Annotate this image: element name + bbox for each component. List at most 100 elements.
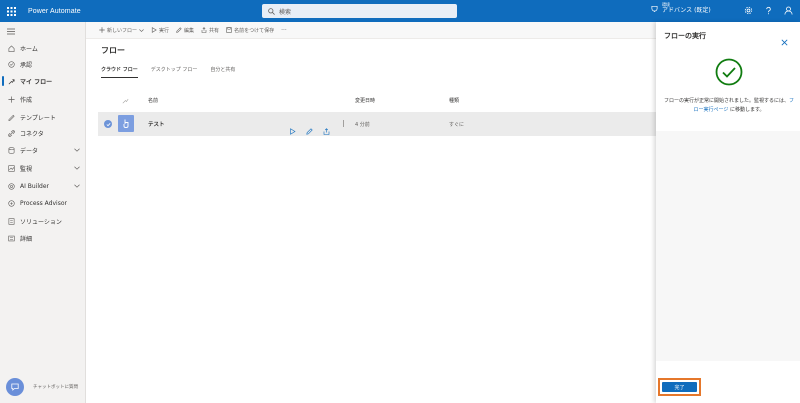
sidebar-item-connectors[interactable]: コネクタ	[0, 125, 86, 141]
panel-title: フローの実行	[664, 32, 706, 40]
sidebar-item-my-flows[interactable]: マイ フロー	[0, 73, 86, 89]
share-label: 共有	[209, 27, 220, 34]
checkmark-icon	[106, 122, 110, 126]
flow-type-icon	[122, 98, 129, 104]
sidebar-item-label: データ	[20, 147, 39, 155]
new-flow-button[interactable]: 新しいフロー	[99, 27, 144, 34]
more-icon	[8, 235, 15, 242]
sidebar-item-label: テンプレート	[20, 114, 56, 122]
run-label: 実行	[159, 27, 170, 34]
process-advisor-icon	[8, 199, 15, 207]
manual-trigger-icon	[123, 119, 129, 128]
chevron-down-icon	[74, 148, 80, 152]
sidebar-item-label: コネクタ	[20, 130, 44, 138]
row-checkbox[interactable]	[104, 120, 112, 128]
sidebar-item-solutions[interactable]: ソリューション	[0, 213, 86, 229]
home-icon	[8, 44, 15, 52]
page-title: フロー	[101, 46, 125, 55]
flow-name[interactable]: テスト	[148, 120, 165, 128]
row-share-icon[interactable]	[323, 120, 330, 135]
save-as-icon	[226, 27, 232, 33]
environment-name: アドバンス (既定)	[662, 7, 711, 14]
sidebar-item-process-advisor[interactable]: Process Advisor	[0, 195, 86, 211]
row-edit-icon[interactable]	[306, 120, 313, 135]
table-row[interactable]: テスト 4 分前 すぐに	[98, 112, 656, 136]
hamburger-menu-icon[interactable]	[7, 28, 15, 35]
new-flow-label: 新しいフロー	[107, 27, 138, 34]
tab-desktop-flows[interactable]: デスクトップ フロー	[151, 66, 198, 77]
sidebar-item-approvals[interactable]: 承認	[0, 56, 86, 72]
sidebar-item-more[interactable]: 詳細	[0, 230, 86, 246]
flow-icon	[118, 115, 134, 132]
panel-background	[656, 131, 800, 361]
plus-icon	[8, 95, 15, 103]
sidebar-item-create[interactable]: 作成	[0, 91, 86, 107]
approval-icon	[8, 60, 15, 68]
ai-builder-icon	[8, 182, 15, 190]
edit-button[interactable]: 編集	[176, 27, 194, 34]
sidebar-item-label: Process Advisor	[20, 199, 67, 207]
column-header-name[interactable]: 名前	[148, 97, 158, 104]
flow-modified: 4 分前	[355, 122, 370, 128]
sidebar-item-label: 監視	[20, 165, 33, 173]
solution-icon	[8, 217, 15, 225]
chat-icon	[11, 383, 19, 391]
settings-icon[interactable]	[743, 5, 754, 16]
share-button[interactable]: 共有	[201, 27, 219, 34]
sidebar-item-ai-builder[interactable]: AI Builder	[0, 178, 86, 194]
search-placeholder: 検索	[279, 8, 292, 16]
environment-picker[interactable]: 環境 アドバンス (既定)	[651, 3, 711, 14]
chatbot-button[interactable]	[6, 378, 24, 396]
chatbot-launcher[interactable]: チャットボットに質問	[6, 378, 78, 396]
tab-shared-with-me[interactable]: 自分と共有	[210, 66, 235, 77]
run-button[interactable]: 実行	[151, 27, 169, 34]
column-header-modified[interactable]: 変更日時	[355, 97, 375, 104]
app-launcher-icon[interactable]	[0, 0, 22, 22]
environment-icon	[651, 5, 658, 12]
sidebar-item-label: ソリューション	[20, 218, 62, 226]
search-icon	[268, 7, 275, 15]
chatbot-label: チャットボットに質問	[33, 385, 78, 390]
save-as-button[interactable]: 名前をつけて保存	[226, 27, 274, 34]
row-divider	[343, 120, 344, 127]
monitor-icon	[8, 164, 15, 172]
help-icon[interactable]	[763, 5, 774, 16]
play-icon	[151, 27, 157, 33]
panel-message-text: フローの実行が正常に開始されました。監視するには、	[663, 98, 789, 104]
panel-message-tail: に移動します。	[728, 107, 765, 113]
table-header: 名前 変更日時 種類	[98, 95, 656, 107]
more-options-icon[interactable]: ···	[281, 27, 287, 34]
run-flow-panel: フローの実行 フローの実行が正常に開始されました。監視するには、フロー実行ページ…	[656, 22, 800, 403]
column-header-type[interactable]: 種類	[449, 97, 459, 104]
sidebar-item-templates[interactable]: テンプレート	[0, 109, 86, 125]
chevron-down-icon	[74, 166, 80, 170]
pencil-icon	[176, 27, 182, 33]
sidebar-item-label: AI Builder	[20, 182, 50, 190]
sidebar: ホーム 承認 マイ フロー 作成 テンプレート コネクタ データ 監視 AI B…	[0, 22, 86, 403]
sidebar-item-data[interactable]: データ	[0, 142, 86, 158]
edit-label: 編集	[184, 27, 195, 34]
done-button[interactable]: 完了	[662, 382, 697, 392]
sidebar-item-label: 詳細	[20, 235, 33, 243]
panel-message: フローの実行が正常に開始されました。監視するには、フロー実行ページ に移動します…	[663, 97, 795, 115]
sidebar-item-home[interactable]: ホーム	[0, 40, 86, 56]
sidebar-item-label: ホーム	[20, 45, 38, 53]
sidebar-item-label: マイ フロー	[20, 78, 53, 86]
app-name[interactable]: Power Automate	[28, 8, 81, 15]
share-icon	[201, 27, 207, 33]
sidebar-item-label: 承認	[20, 61, 33, 69]
chevron-down-icon	[139, 28, 144, 32]
sidebar-item-label: 作成	[20, 96, 33, 104]
close-icon[interactable]	[781, 31, 788, 46]
row-run-icon[interactable]	[289, 120, 296, 135]
chevron-down-icon	[74, 184, 80, 188]
save-as-label: 名前をつけて保存	[234, 27, 275, 34]
account-icon[interactable]	[783, 5, 794, 16]
sidebar-item-monitor[interactable]: 監視	[0, 160, 86, 176]
tab-cloud-flows[interactable]: クラウド フロー	[101, 66, 138, 78]
flow-tabs: クラウド フロー デスクトップ フロー 自分と共有	[101, 66, 248, 78]
search-input[interactable]: 検索	[262, 4, 457, 18]
command-bar: 新しいフロー 実行 編集 共有 名前をつけて保存 ···	[86, 22, 656, 39]
data-icon	[8, 146, 15, 154]
flow-type: すぐに	[449, 122, 465, 128]
